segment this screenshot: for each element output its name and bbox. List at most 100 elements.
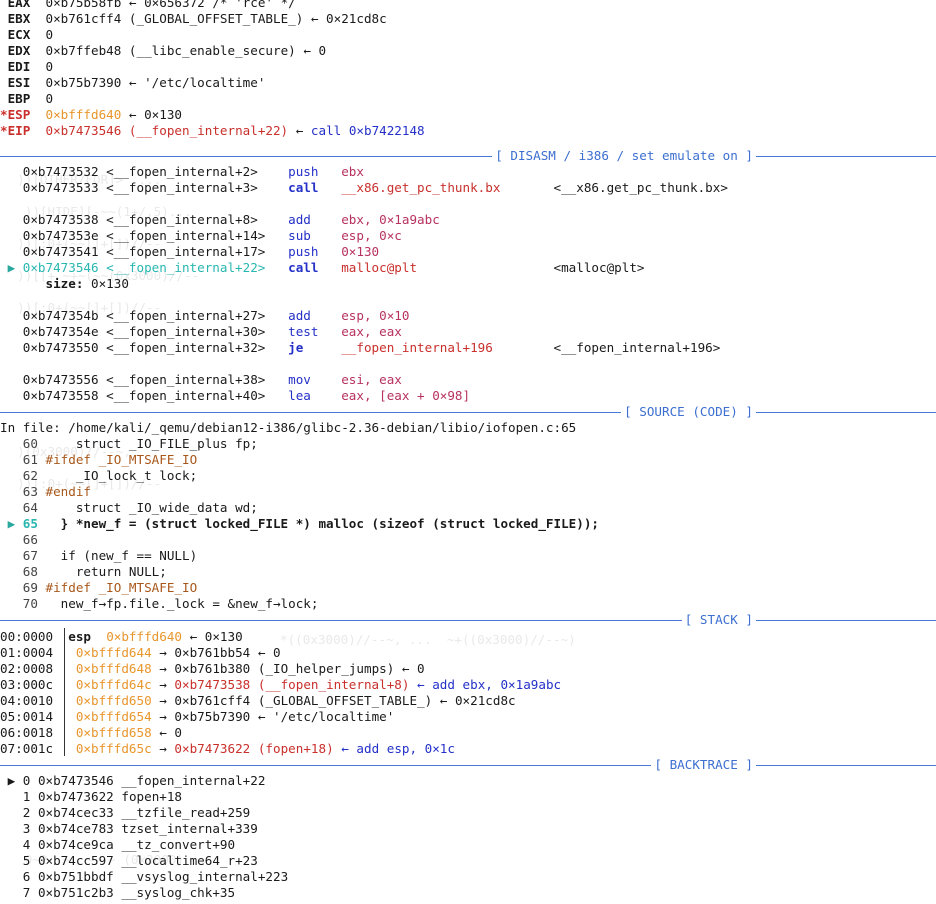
disasm-arg-label: size: — [45, 276, 84, 291]
disasm-row: 0×b7473532 <__fopen_internal+2> push ebx — [0, 164, 936, 180]
stack-extra: ← add ebx, 0×1a9abc — [409, 677, 562, 692]
current-instruction-marker — [0, 308, 23, 323]
current-line-marker — [0, 468, 23, 483]
register-value: 0 — [45, 27, 54, 42]
source-code: } *new_f = (struct locked_FILE *) malloc… — [45, 516, 600, 531]
current-instruction-marker — [0, 228, 23, 243]
source-line: 63 #endif — [0, 484, 936, 500]
stack-offset: 07:001c — [0, 741, 54, 756]
stack-address: 0×bfffd658 — [75, 725, 152, 740]
register-row: ESI 0×b75b7390 ← '/etc/localtime' — [0, 75, 936, 91]
current-instruction-marker — [0, 244, 23, 259]
instruction-operands: malloc@plt — [341, 260, 554, 275]
current-instruction-marker — [0, 164, 23, 179]
instruction-operands: __x86.get_pc_thunk.bx — [341, 180, 554, 195]
instruction-address: 0×b7473538 <__fopen_internal+8> — [22, 212, 289, 227]
stack-offset: 03:000c — [0, 677, 54, 692]
frame-address: 0×b7473546 — [37, 773, 114, 788]
separator-rule — [0, 620, 936, 621]
instruction-address: 0×b747354b <__fopen_internal+27> — [22, 308, 289, 323]
instruction-address: 0×b7473541 <__fopen_internal+17> — [22, 244, 289, 259]
stack-address: 0×bfffd64c — [75, 677, 152, 692]
stack-extra: ← '/etc/localtime' — [250, 709, 395, 724]
instruction-mnemonic: push — [288, 244, 342, 259]
disasm-separator: [ DISASM / i386 / set emulate on ] — [0, 148, 936, 164]
current-line-marker: ▶ — [0, 516, 23, 531]
stack-address: 0×bfffd640 — [106, 629, 183, 644]
current-line-marker — [0, 484, 23, 499]
frame-marker — [0, 837, 23, 852]
current-instruction-marker — [0, 340, 23, 355]
line-number: 67 — [22, 548, 38, 563]
frame-function: __syslog_chk+35 — [121, 885, 236, 900]
register-row: EDI 0 — [0, 59, 936, 75]
instruction-operands: __fopen_internal+196 — [341, 340, 554, 355]
source-line: 61 #ifdef _IO_MTSAFE_IO — [0, 452, 936, 468]
instruction-operands: esi, eax — [341, 372, 402, 387]
section-title: [ BACKTRACE ] — [651, 757, 756, 773]
stack-address: 0×bfffd650 — [75, 693, 152, 708]
backtrace-frame: 2 0×b74cec33 __tzfile_read+259 — [0, 805, 936, 821]
line-number: 70 — [22, 596, 38, 611]
register-name: EBP — [0, 91, 38, 106]
stack-row: 07:001c 0×bfffd65c → 0×b7473622 (fopen+1… — [0, 741, 455, 756]
stack-row: 04:0010 0×bfffd650 → 0×b761cff4 (_GLOBAL… — [0, 693, 516, 708]
register-extra: ← 0×130 — [121, 107, 183, 122]
frame-marker — [0, 869, 23, 884]
stack-row: 06:0018 0×bfffd658 ← 0 — [0, 725, 183, 740]
current-line-marker — [0, 436, 23, 451]
disasm-row: ▶ 0×b7473546 <__fopen_internal+22> call … — [0, 260, 936, 276]
stack-offset: 06:0018 — [0, 725, 54, 740]
register-value: 0×b75b58fb — [45, 0, 122, 10]
current-instruction-marker — [0, 372, 23, 387]
disasm-arg-value: 0×130 — [83, 276, 129, 291]
stack-value: 0×b7473538 (__fopen_internal+8) — [174, 677, 410, 692]
disasm-row: 0×b7473533 <__fopen_internal+3> call __x… — [0, 180, 936, 196]
instruction-target: <malloc@plt> — [553, 260, 645, 275]
register-value: 0×b761cff4 — [45, 11, 122, 26]
frame-marker — [0, 789, 23, 804]
section-title: [ SOURCE (CODE) ] — [621, 404, 756, 420]
frame-function: __tz_convert+90 — [121, 837, 236, 852]
stack-value: 0×b761cff4 — [174, 693, 251, 708]
instruction-address: 0×b747354e <__fopen_internal+30> — [22, 324, 289, 339]
stack-offset: 02:0008 — [0, 661, 54, 676]
register-row: EBX 0×b761cff4 (_GLOBAL_OFFSET_TABLE_) ←… — [0, 11, 936, 27]
instruction-operands: ebx, 0×1a9abc — [341, 212, 440, 227]
frame-address: 0×b74ce9ca — [37, 837, 114, 852]
register-extra: ← 0×656372 /* 'rce' */ — [121, 0, 296, 10]
register-row: EDX 0×b7ffeb48 (__libc_enable_secure) ← … — [0, 43, 936, 59]
disasm-row — [0, 292, 936, 308]
source-code: #ifdef _IO_MTSAFE_IO — [45, 580, 198, 595]
source-code: #endif — [45, 484, 92, 499]
source-code: return NULL; — [45, 564, 167, 579]
source-code: struct _IO_FILE_plus fp; — [45, 436, 258, 451]
disasm-row: 0×b747353e <__fopen_internal+14> sub esp… — [0, 228, 936, 244]
current-instruction-marker — [0, 212, 23, 227]
backtrace-frame: 7 0×b751c2b3 __syslog_chk+35 — [0, 885, 936, 901]
stack-value: 0×b761bb54 — [174, 645, 251, 660]
register-name: *ESP — [0, 107, 38, 122]
register-value: 0×b75b7390 — [45, 75, 122, 90]
source-line: 60 struct _IO_FILE_plus fp; — [0, 436, 936, 452]
instruction-mnemonic: sub — [288, 228, 342, 243]
register-name: EAX — [0, 0, 38, 10]
instruction-address: 0×b7473558 <__fopen_internal+40> — [22, 388, 289, 403]
source-file-path: In file: /home/kali/_qemu/debian12-i386/… — [0, 420, 577, 435]
current-instruction-marker — [0, 388, 23, 403]
disasm-row — [0, 356, 936, 372]
frame-function: tzset_internal+339 — [121, 821, 258, 836]
source-code: if (new_f == NULL) — [45, 548, 198, 563]
frame-address: 0×b74cc597 — [37, 853, 114, 868]
register-extra: ← '/etc/localtime' — [121, 75, 266, 90]
instruction-address: 0×b7473556 <__fopen_internal+38> — [22, 372, 289, 387]
line-number: 66 — [22, 532, 38, 547]
register-value: 0×b7473546 (__fopen_internal+22) — [45, 123, 289, 138]
stack-row: 00:0000 esp 0×bfffd640 ← 0×130 — [0, 629, 243, 644]
stack-value: 0×b761b380 — [174, 661, 251, 676]
stack-address: 0×bfffd648 — [75, 661, 152, 676]
stack-row: 05:0014 0×bfffd654 → 0×b75b7390 ← '/etc/… — [0, 709, 395, 724]
frame-function: __localtime64_r+23 — [121, 853, 258, 868]
frame-function: __tzfile_read+259 — [121, 805, 251, 820]
register-value: 0 — [45, 91, 54, 106]
